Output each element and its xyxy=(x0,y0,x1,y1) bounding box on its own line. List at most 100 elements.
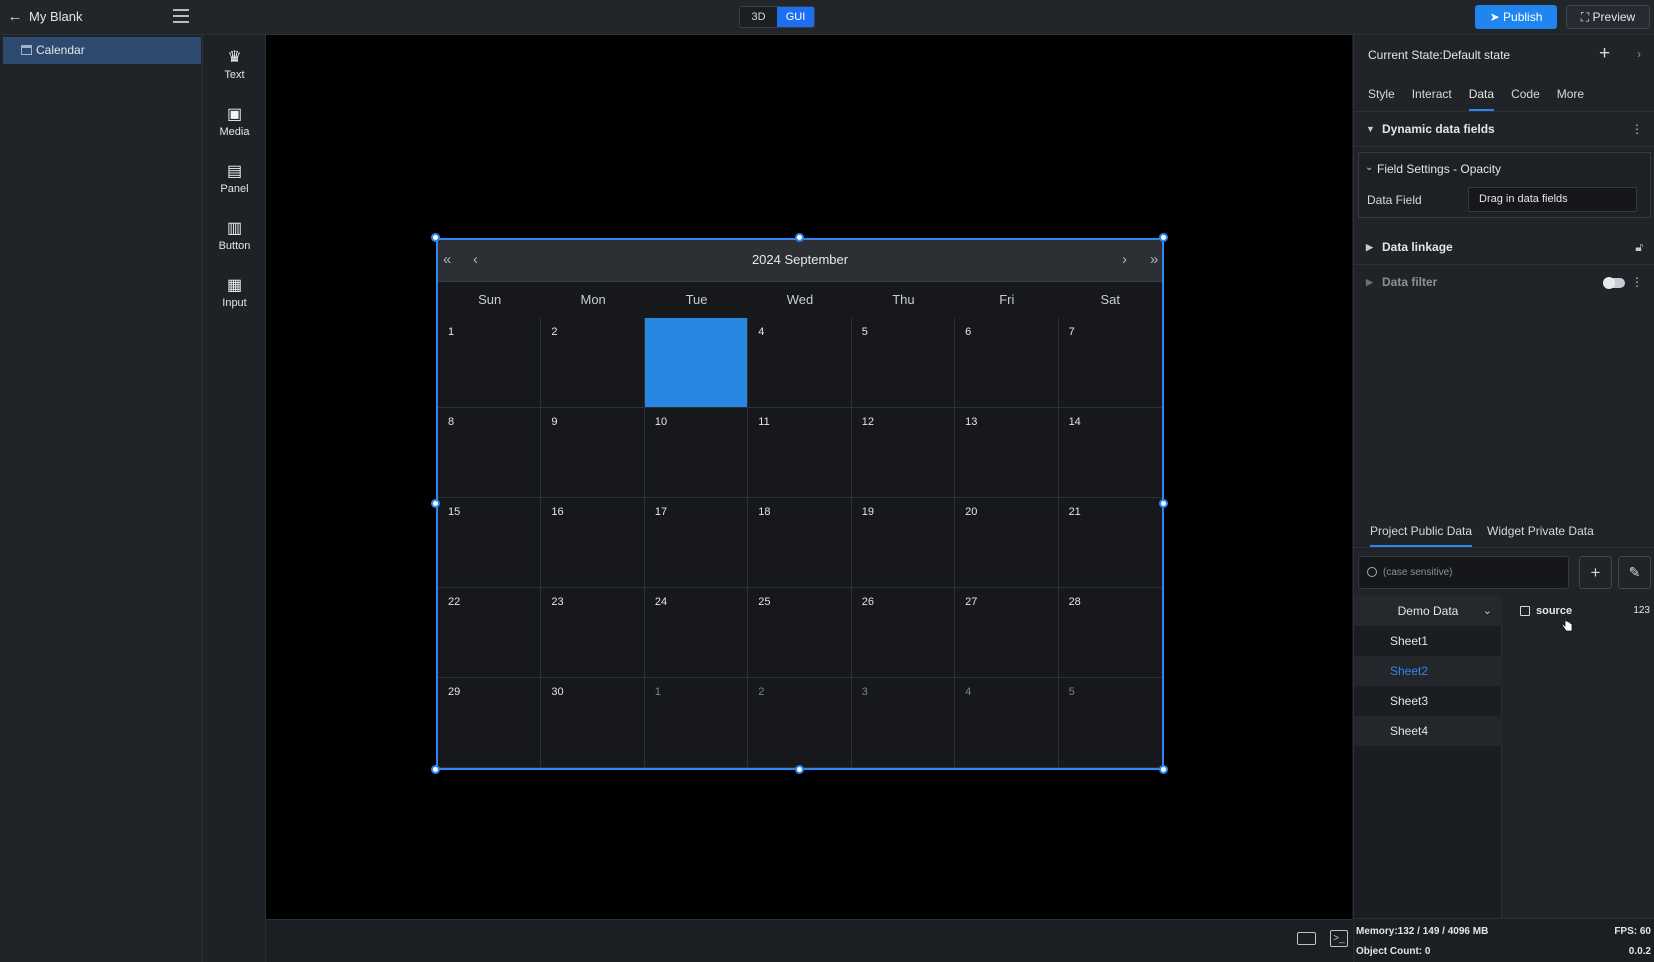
calendar-day-cell[interactable]: 8 xyxy=(438,408,542,498)
calendar-day-cell[interactable]: 17 xyxy=(644,498,749,588)
tool-media[interactable]: ▣ Media xyxy=(203,106,266,156)
layer-item-calendar[interactable]: Calendar xyxy=(3,37,201,64)
publish-button[interactable]: ➤ Publish xyxy=(1475,5,1557,29)
resize-handle[interactable] xyxy=(795,233,804,242)
calendar-day-cell[interactable]: 1 xyxy=(644,678,749,768)
add-data-button[interactable]: + xyxy=(1579,556,1612,589)
more-vertical-icon[interactable]: ⋮ xyxy=(1631,265,1643,300)
chevron-down-icon[interactable]: ⌄ xyxy=(1365,162,1373,173)
calendar-day-cell[interactable]: 14 xyxy=(1058,408,1162,498)
calendar-day-cell[interactable]: 18 xyxy=(748,498,852,588)
resize-handle[interactable] xyxy=(1159,233,1168,242)
back-arrow-icon[interactable]: ← xyxy=(6,8,24,26)
sheet-item[interactable]: Sheet3 xyxy=(1354,686,1502,716)
calendar-widget[interactable]: « ‹ 2024 September › » Sun Mon Tue Wed T… xyxy=(436,238,1164,770)
calendar-day-cell[interactable]: 26 xyxy=(851,588,956,678)
field-settings-box: ⌄ Field Settings - Opacity Data Field Dr… xyxy=(1358,152,1651,218)
section-data-filter[interactable]: ▶ Data filter ⋮ xyxy=(1354,265,1654,300)
calendar-day-cell[interactable]: 23 xyxy=(541,588,645,678)
sheet-item[interactable]: Sheet4 xyxy=(1354,716,1502,746)
resize-handle[interactable] xyxy=(431,765,440,774)
lock-icon[interactable]: 🔓︎ xyxy=(1635,230,1643,265)
calendar-day-cell[interactable]: 20 xyxy=(955,498,1059,588)
terminal-icon[interactable]: >_ xyxy=(1330,930,1348,947)
calendar-day-cell[interactable]: 2 xyxy=(541,318,645,408)
more-vertical-icon[interactable]: ⋮ xyxy=(1631,112,1643,147)
calendar-day-cell[interactable]: 12 xyxy=(851,408,956,498)
sheet-item[interactable]: Sheet1 xyxy=(1354,626,1502,656)
tool-panel[interactable]: ▤ Panel xyxy=(203,163,266,213)
resize-handle[interactable] xyxy=(1159,499,1168,508)
tool-input[interactable]: ▦ Input xyxy=(203,277,266,327)
canvas-status-strip xyxy=(266,919,1352,962)
section-dynamic-fields[interactable]: ▼ Dynamic data fields ⋮ xyxy=(1354,112,1654,147)
tab-interact[interactable]: Interact xyxy=(1412,77,1452,111)
calendar-day-cell[interactable]: 30 xyxy=(541,678,645,768)
calendar-day-cell[interactable]: 5 xyxy=(851,318,956,408)
calendar-day-cell[interactable]: 19 xyxy=(851,498,956,588)
next-year-icon[interactable]: » xyxy=(1150,251,1158,269)
preview-button[interactable]: ⛶ Preview xyxy=(1566,5,1650,29)
tab-style[interactable]: Style xyxy=(1368,77,1395,111)
tool-button[interactable]: ▥ Button xyxy=(203,220,266,270)
status-footer: Memory:132 / 149 / 4096 MB FPS: 60 Objec… xyxy=(1354,918,1654,962)
calendar-day-cell[interactable] xyxy=(644,318,749,408)
calendar-day-cell[interactable]: 9 xyxy=(541,408,645,498)
calendar-day-cell[interactable]: 16 xyxy=(541,498,645,588)
calendar-day-cell[interactable]: 13 xyxy=(955,408,1059,498)
calendar-day-cell[interactable]: 15 xyxy=(438,498,542,588)
fps-readout: FPS: 60 xyxy=(1614,926,1651,937)
weekday-label: Wed xyxy=(786,292,814,307)
tool-label: Panel xyxy=(220,183,249,195)
app-root: ← My Blank 3D GUI ➤ Publish ⛶ Preview Ca… xyxy=(0,0,1654,962)
calendar-day-cell[interactable]: 6 xyxy=(955,318,1059,408)
calendar-day-cell[interactable]: 21 xyxy=(1058,498,1162,588)
mode-switch: 3D GUI xyxy=(739,6,815,28)
next-month-icon[interactable]: › xyxy=(1122,251,1127,269)
resize-handle[interactable] xyxy=(431,233,440,242)
resize-handle[interactable] xyxy=(795,765,804,774)
hamburger-menu-icon[interactable] xyxy=(173,9,189,23)
tool-label: Media xyxy=(219,126,250,138)
resize-handle[interactable] xyxy=(1159,765,1168,774)
keyboard-icon[interactable] xyxy=(1297,932,1316,945)
data-source-dropdown[interactable]: Demo Data ⌄ xyxy=(1354,596,1502,626)
tab-more[interactable]: More xyxy=(1557,77,1584,111)
calendar-day-cell[interactable]: 3 xyxy=(851,678,956,768)
data-search-input[interactable]: (case sensitive) xyxy=(1358,556,1569,589)
section-data-linkage[interactable]: ▶ Data linkage 🔓︎ xyxy=(1354,230,1654,265)
calendar-day-cell[interactable]: 24 xyxy=(644,588,749,678)
mode-3d-button[interactable]: 3D xyxy=(740,7,777,27)
calendar-day-cell[interactable]: 25 xyxy=(748,588,852,678)
calendar-day-cell[interactable]: 2 xyxy=(748,678,852,768)
field-checkbox[interactable] xyxy=(1520,606,1530,616)
resize-handle[interactable] xyxy=(431,499,440,508)
calendar-day-cell[interactable]: 29 xyxy=(438,678,542,768)
top-bar: ← My Blank 3D GUI ➤ Publish ⛶ Preview xyxy=(0,0,1654,35)
chevron-right-icon[interactable]: › xyxy=(1637,47,1641,61)
calendar-day-cell[interactable]: 10 xyxy=(644,408,749,498)
tab-widget-private-data[interactable]: Widget Private Data xyxy=(1487,515,1594,547)
calendar-day-cell[interactable]: 4 xyxy=(748,318,852,408)
tool-text[interactable]: ♛ Text xyxy=(203,49,266,99)
sheet-item[interactable]: Sheet2 xyxy=(1354,656,1502,686)
data-field-dropzone[interactable]: Drag in data fields xyxy=(1468,187,1637,212)
calendar-header: « ‹ 2024 September › » xyxy=(438,240,1162,282)
calendar-day-cell[interactable]: 28 xyxy=(1058,588,1162,678)
mode-gui-button[interactable]: GUI xyxy=(777,7,814,27)
calendar-day-cell[interactable]: 4 xyxy=(955,678,1059,768)
edit-data-icon[interactable]: ✎ xyxy=(1618,556,1651,589)
add-state-icon[interactable]: + xyxy=(1599,43,1610,65)
calendar-day-cell[interactable]: 22 xyxy=(438,588,542,678)
tab-data[interactable]: Data xyxy=(1468,77,1495,111)
input-icon: ▦ xyxy=(226,277,243,294)
calendar-day-cell[interactable]: 27 xyxy=(955,588,1059,678)
data-filter-toggle[interactable] xyxy=(1603,277,1625,289)
calendar-day-cell[interactable]: 11 xyxy=(748,408,852,498)
calendar-day-cell[interactable]: 5 xyxy=(1058,678,1162,768)
calendar-day-cell[interactable]: 7 xyxy=(1058,318,1162,408)
calendar-day-cell[interactable]: 1 xyxy=(438,318,542,408)
tab-code[interactable]: Code xyxy=(1511,77,1540,111)
tab-project-public-data[interactable]: Project Public Data xyxy=(1370,515,1473,547)
data-field-row[interactable]: source 123 xyxy=(1520,599,1650,623)
